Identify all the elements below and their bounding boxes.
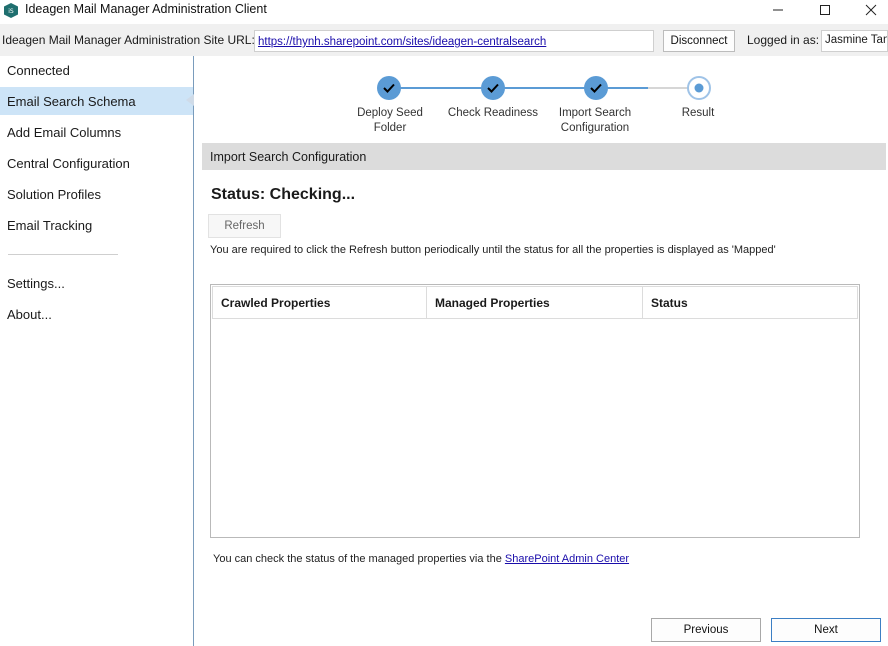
site-url-bar: Ideagen Mail Manager Administration Site… [0, 24, 888, 56]
next-button[interactable]: Next [771, 618, 881, 642]
admin-center-note-text: You can check the status of the managed … [213, 553, 505, 565]
minimize-icon [773, 9, 783, 11]
selection-caret-icon [186, 94, 194, 106]
column-header-crawled-properties[interactable]: Crawled Properties [213, 287, 427, 318]
sidebar-item-connected[interactable]: Connected [0, 56, 193, 84]
step-4-current-dot-icon [687, 76, 711, 100]
refresh-hint-text: You are required to click the Refresh bu… [210, 244, 776, 256]
site-url-field[interactable]: https://thynh.sharepoint.com/sites/ideag… [254, 30, 654, 52]
window-title: Ideagen Mail Manager Administration Clie… [25, 2, 267, 16]
previous-button[interactable]: Previous [651, 618, 761, 642]
step-3-check-icon [584, 76, 608, 100]
step-label-deploy-seed-folder: Deploy Seed Folder [357, 107, 423, 134]
close-icon [865, 4, 877, 16]
sidebar-item-solution-profiles[interactable]: Solution Profiles [0, 180, 193, 208]
logged-in-label: Logged in as: [747, 33, 820, 47]
ideagen-app-icon: iS [4, 3, 18, 18]
maximize-icon [820, 5, 830, 15]
sidebar-item-email-search-schema[interactable]: Email Search Schema [0, 87, 193, 115]
site-url-link[interactable]: https://thynh.sharepoint.com/sites/ideag… [258, 36, 546, 48]
sidebar-divider [8, 254, 118, 255]
sidebar-item-about[interactable]: About... [0, 300, 193, 328]
step-2-check-icon [481, 76, 505, 100]
admin-center-note: You can check the status of the managed … [213, 553, 629, 565]
step-label-check-readiness: Check Readiness [447, 107, 539, 119]
step-label-result: Result [681, 107, 715, 119]
title-bar: iS Ideagen Mail Manager Administration C… [0, 0, 888, 24]
site-url-label: Ideagen Mail Manager Administration Site… [2, 33, 255, 47]
sidebar-item-email-tracking[interactable]: Email Tracking [0, 211, 193, 239]
properties-grid[interactable]: Crawled Properties Managed Properties St… [210, 284, 860, 538]
minimize-button[interactable] [755, 0, 801, 20]
sharepoint-admin-center-link[interactable]: SharePoint Admin Center [505, 553, 629, 565]
main-panel: Deploy Seed Folder Check Readiness Impor… [200, 60, 888, 646]
refresh-button[interactable]: Refresh [208, 214, 281, 238]
status-text: Status: Checking... [211, 186, 356, 203]
sidebar-item-settings[interactable]: Settings... [0, 269, 193, 297]
maximize-button[interactable] [802, 0, 848, 20]
sidebar-item-add-email-columns[interactable]: Add Email Columns [0, 118, 193, 146]
close-button[interactable] [848, 0, 888, 20]
svg-text:iS: iS [8, 8, 14, 15]
disconnect-button[interactable]: Disconnect [663, 30, 735, 52]
column-header-managed-properties[interactable]: Managed Properties [427, 287, 643, 318]
wizard-steps: Deploy Seed Folder Check Readiness Impor… [200, 60, 888, 140]
grid-header: Crawled Properties Managed Properties St… [212, 286, 858, 319]
logged-in-user-field: Jasmine Tang [821, 30, 888, 52]
step-label-import-search-configuration: Import Search Configuration [558, 107, 632, 134]
column-header-status[interactable]: Status [643, 287, 857, 318]
sidebar: Connected Email Search Schema Add Email … [0, 56, 194, 646]
section-header: Import Search Configuration [202, 143, 886, 170]
sidebar-item-central-configuration[interactable]: Central Configuration [0, 149, 193, 177]
step-1-check-icon [377, 76, 401, 100]
